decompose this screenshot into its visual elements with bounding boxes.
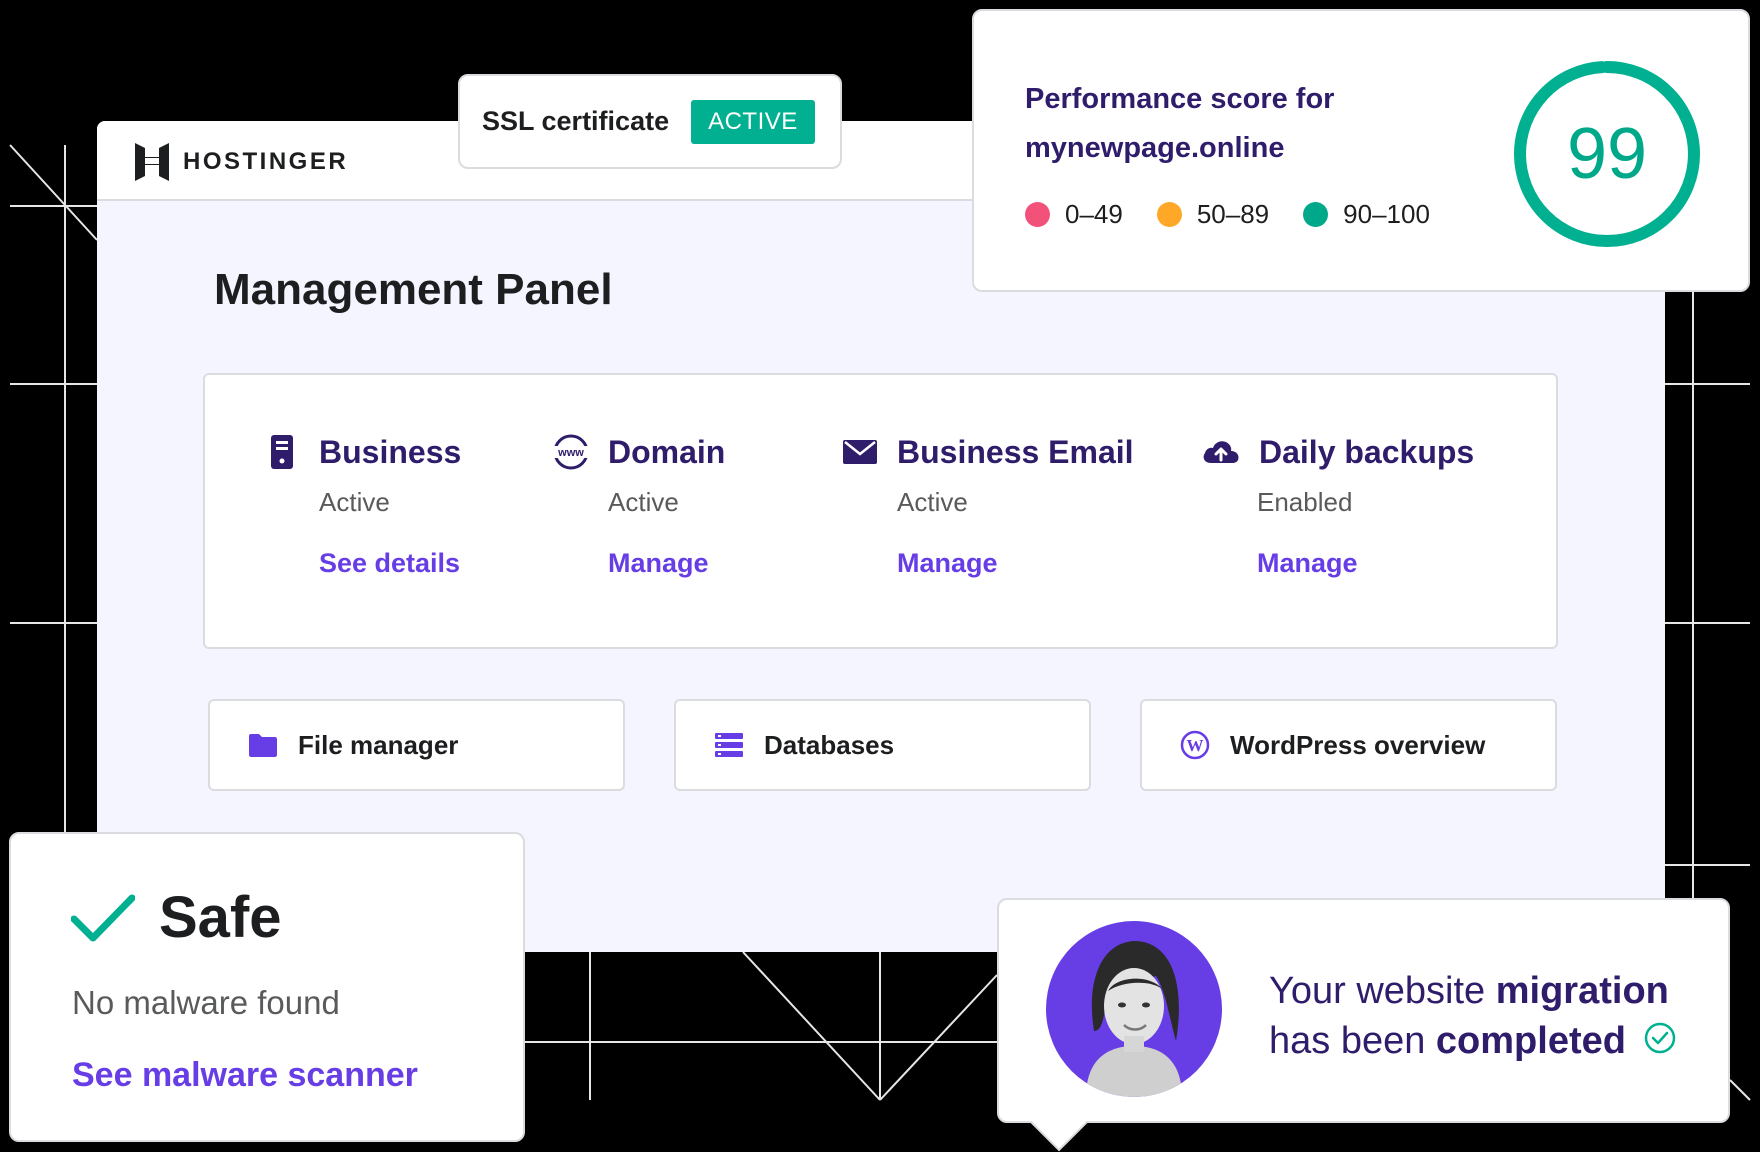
svg-text:www: www <box>557 447 584 459</box>
service-status: Enabled <box>1257 487 1353 517</box>
svg-text:W: W <box>1187 736 1204 755</box>
cloud-upload-icon <box>1203 441 1239 463</box>
service-business: Business Active See details <box>263 433 461 579</box>
service-status: Active <box>319 487 390 517</box>
service-daily-backups: Daily backups Enabled Manage <box>1201 433 1474 579</box>
performance-score: 99 <box>1566 114 1648 194</box>
legend-label: 90–100 <box>1343 199 1430 229</box>
see-malware-scanner-link[interactable]: See malware scanner <box>72 1056 418 1095</box>
legend-item-mid: 50–89 <box>1156 199 1270 230</box>
performance-domain: mynewpage.online <box>1025 132 1285 164</box>
folder-icon <box>249 734 277 757</box>
legend-dot-red <box>1025 202 1050 227</box>
www-globe-icon: www <box>552 434 590 470</box>
manage-email-link[interactable]: Manage <box>897 548 1134 579</box>
migration-notification-card: Your website migration has been complete… <box>997 898 1730 1152</box>
status-badge: ACTIVE <box>691 99 815 144</box>
check-circle-icon <box>1644 1022 1675 1054</box>
hostinger-logo[interactable]: HOSTINGER <box>135 143 348 181</box>
page-title: Management Panel <box>214 265 613 314</box>
score-legend: 0–49 50–89 90–100 <box>1025 199 1464 230</box>
hostinger-logo-icon <box>135 143 169 181</box>
services-card: Business Active See details www Domain A… <box>203 373 1558 649</box>
databases-button[interactable]: Databases <box>674 699 1091 791</box>
legend-dot-orange <box>1156 202 1182 227</box>
person-portrait-icon <box>1086 941 1182 1097</box>
service-name: Business <box>319 433 462 470</box>
service-name: Domain <box>608 433 726 470</box>
performance-title: Performance score for mynewpage.online <box>1025 75 1485 173</box>
envelope-icon <box>843 440 877 464</box>
migration-message: Your website migration has been complete… <box>1269 966 1677 1066</box>
service-business-email: Business Email Active Manage <box>841 433 1134 579</box>
safe-title: Safe <box>159 885 282 950</box>
migration-text-bold1: migration <box>1495 970 1669 1012</box>
service-domain: www Domain Active Manage <box>552 433 725 579</box>
ssl-label: SSL certificate <box>482 106 670 136</box>
brand-name: HOSTINGER <box>183 148 349 175</box>
tile-label: File manager <box>298 729 459 760</box>
wordpress-overview-button[interactable]: W WordPress overview <box>1140 699 1557 791</box>
tile-label: Databases <box>764 729 895 760</box>
service-name: Daily backups <box>1259 433 1475 470</box>
database-icon <box>715 733 743 757</box>
service-status: Active <box>897 487 968 517</box>
service-name: Business Email <box>897 433 1134 470</box>
ssl-certificate-card: SSL certificate ACTIVE <box>458 74 842 169</box>
manage-domain-link[interactable]: Manage <box>608 548 725 579</box>
malware-status-card: Safe No malware found See malware scanne… <box>9 832 525 1142</box>
file-manager-button[interactable]: File manager <box>208 699 625 791</box>
performance-score-card: Performance score for mynewpage.online 0… <box>972 9 1750 292</box>
manage-backups-link[interactable]: Manage <box>1257 548 1474 579</box>
legend-dot-green <box>1303 202 1329 227</box>
tile-label: WordPress overview <box>1230 729 1486 760</box>
legend-item-low: 0–49 <box>1025 199 1123 230</box>
migration-text-bold2: completed <box>1435 1020 1626 1062</box>
malware-status-text: No malware found <box>72 984 340 1021</box>
server-icon <box>271 435 293 469</box>
migration-text-part1: Your website <box>1269 970 1496 1012</box>
service-status: Active <box>608 487 679 517</box>
checkmark-icon <box>71 894 135 941</box>
avatar <box>1046 921 1222 1097</box>
legend-label: 50–89 <box>1196 199 1270 229</box>
wordpress-icon: W <box>1180 730 1210 760</box>
performance-title-line1: Performance score for <box>1025 83 1335 115</box>
legend-label: 0–49 <box>1065 199 1123 229</box>
migration-text-part2: has been <box>1269 1020 1436 1062</box>
legend-item-high: 90–100 <box>1303 199 1430 230</box>
see-details-link[interactable]: See details <box>319 548 461 579</box>
